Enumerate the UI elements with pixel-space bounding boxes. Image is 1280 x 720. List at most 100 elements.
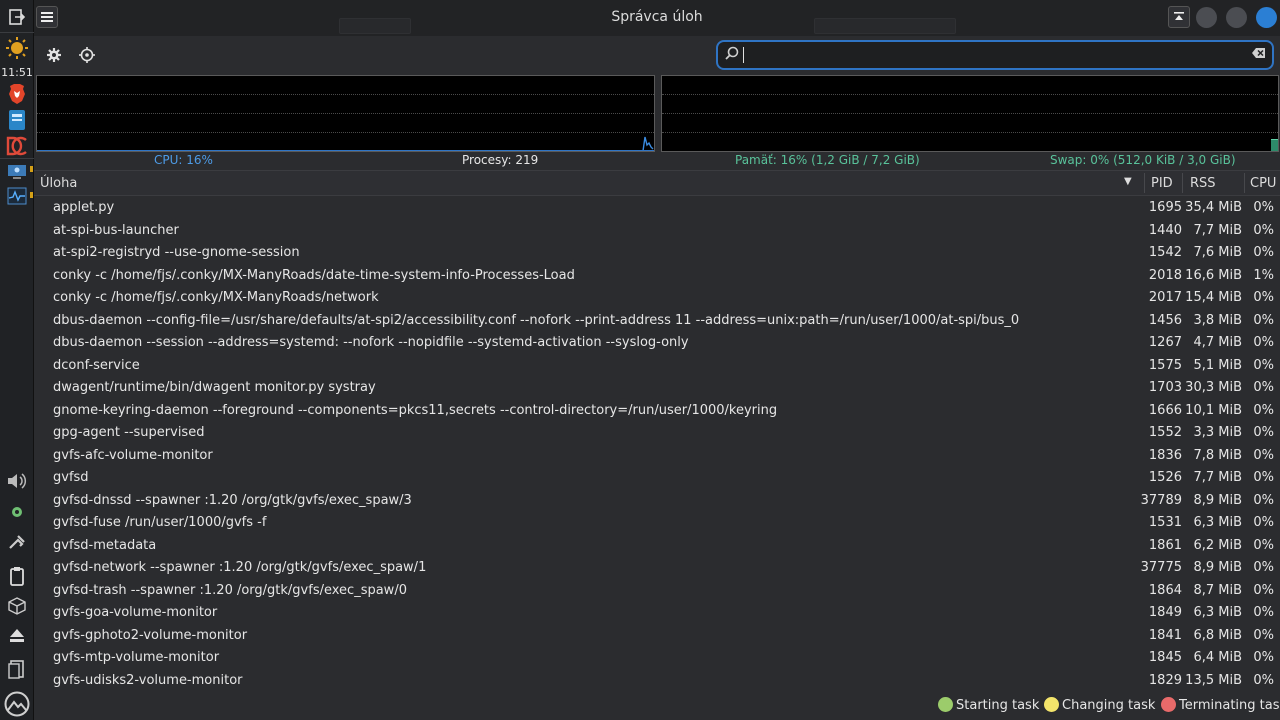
cpu-graph [36, 75, 655, 152]
column-header-pid[interactable]: PID [1151, 176, 1173, 191]
table-row[interactable]: conky -c /home/fjs/.conky/MX-ManyRoads/d… [34, 265, 1280, 288]
column-header-task[interactable]: Úloha [40, 176, 77, 191]
table-row[interactable]: gvfsd-fuse /run/user/1000/gvfs -f 1531 6,3… [34, 512, 1280, 535]
process-cpu: 0% [1253, 560, 1274, 575]
process-command: dconf-service [53, 357, 140, 373]
table-row[interactable]: dbus-daemon --config-file=/usr/share/def… [34, 310, 1280, 333]
process-cpu: 0% [1253, 312, 1274, 328]
table-row[interactable]: gvfsd-trash --spawner :1.20 /org/gtk/gvf… [34, 580, 1280, 603]
process-pid: 1531 [1148, 515, 1182, 530]
process-pid: 1456 [1148, 312, 1182, 328]
stats-row: CPU: 16% Procesy: 219 Pamäť: 16% (1,2 Gi… [34, 153, 1280, 169]
minimize-button[interactable] [1196, 7, 1217, 28]
keep-above-button[interactable] [1168, 6, 1190, 28]
sort-descending-icon[interactable]: ▼ [1124, 176, 1132, 187]
process-pid: 1267 [1148, 335, 1182, 350]
process-command: conky -c /home/fjs/.conky/MX-ManyRoads/d… [53, 267, 575, 283]
mx-logo-icon[interactable] [3, 690, 31, 718]
process-rss: 8,9 MiB [1193, 492, 1242, 508]
process-pid: 37789 [1140, 492, 1182, 508]
table-row[interactable]: dbus-daemon --session --address=systemd:… [34, 332, 1280, 355]
legend-starting-label: Starting task [956, 698, 1040, 713]
process-command: dbus-daemon --config-file=/usr/share/def… [53, 312, 1020, 328]
process-cpu: 0% [1253, 245, 1274, 260]
process-cpu: 0% [1253, 627, 1274, 643]
sun-weather-icon[interactable] [5, 36, 29, 60]
process-pid: 1440 [1148, 222, 1182, 238]
table-row[interactable]: gvfs-goa-volume-monitor 1849 6,3 MiB 0% [34, 602, 1280, 625]
process-list[interactable]: applet.py 1695 35,4 MiB 0% at-spi-bus-launch… [34, 197, 1280, 690]
system-monitor-icon[interactable] [5, 184, 29, 208]
changing-dot-icon [1044, 697, 1059, 712]
process-pid: 1575 [1148, 357, 1182, 373]
process-rss: 6,2 MiB [1193, 537, 1242, 553]
file-manager-icon[interactable] [5, 108, 29, 132]
network-icon[interactable] [5, 531, 29, 555]
terminating-dot-icon [1161, 697, 1176, 712]
table-row[interactable]: gvfsd-dnssd --spawner :1.20 /org/gtk/gvf… [34, 490, 1280, 513]
process-command: dwagent/runtime/bin/dwagent monitor.py s… [53, 380, 376, 395]
process-command: gvfs-gphoto2-volume-monitor [53, 627, 248, 643]
clear-search-icon[interactable] [1252, 47, 1266, 61]
process-rss: 8,7 MiB [1193, 582, 1242, 598]
process-command: at-spi-bus-launcher [53, 222, 179, 238]
dc-app-icon[interactable] [5, 134, 29, 158]
process-rss: 30,3 MiB [1185, 380, 1242, 395]
process-rss: 4,7 MiB [1193, 335, 1242, 350]
column-header-cpu[interactable]: CPU [1250, 176, 1276, 191]
remote-desktop-icon[interactable] [5, 160, 29, 184]
table-row[interactable]: gvfs-mtp-volume-monitor 1845 6,4 MiB 0% [34, 647, 1280, 670]
process-command: gvfsd-fuse /run/user/1000/gvfs -f [53, 515, 267, 530]
settings-gear-icon[interactable] [44, 45, 64, 65]
table-row[interactable]: dwagent/runtime/bin/dwagent monitor.py s… [34, 377, 1280, 400]
close-button[interactable] [1256, 7, 1277, 28]
process-cpu: 1% [1253, 267, 1274, 283]
package-box-icon[interactable] [5, 594, 29, 618]
table-row[interactable]: conky -c /home/fjs/.conky/MX-ManyRoads/n… [34, 287, 1280, 310]
process-cpu: 0% [1253, 492, 1274, 508]
volume-icon[interactable] [5, 469, 29, 493]
maximize-button[interactable] [1226, 7, 1247, 28]
process-rss: 7,7 MiB [1193, 470, 1242, 485]
clipboard-icon[interactable] [5, 564, 29, 588]
process-cpu: 0% [1253, 672, 1274, 688]
process-command: gvfs-udisks2-volume-monitor [53, 672, 243, 688]
process-cpu: 0% [1253, 222, 1274, 238]
process-command: gvfsd [53, 470, 89, 485]
table-row[interactable]: gvfsd 1526 7,7 MiB 0% [34, 467, 1280, 490]
settings-gear-icon[interactable] [5, 500, 29, 524]
eject-icon[interactable] [5, 624, 29, 648]
process-cpu: 0% [1253, 447, 1274, 463]
process-pid: 1542 [1148, 245, 1182, 260]
title-bar[interactable]: Správca úloh [34, 0, 1280, 36]
table-row[interactable]: gvfsd-metadata 1861 6,2 MiB 0% [34, 535, 1280, 558]
table-row[interactable]: gvfs-afc-volume-monitor 1836 7,8 MiB 0% [34, 445, 1280, 468]
table-row[interactable]: gvfs-gphoto2-volume-monitor 1841 6,8 MiB 0% [34, 625, 1280, 648]
process-rss: 3,8 MiB [1193, 312, 1242, 328]
process-count-label: Procesy: 219 [462, 153, 539, 167]
logout-icon[interactable] [5, 5, 29, 29]
table-row[interactable]: gvfs-udisks2-volume-monitor 1829 13,5 MiB 0… [34, 670, 1280, 691]
process-rss: 15,4 MiB [1185, 290, 1242, 305]
process-cpu: 0% [1253, 425, 1274, 440]
brave-browser-icon[interactable] [5, 82, 29, 106]
clock[interactable]: 11:51 [0, 66, 34, 79]
process-cpu: 0% [1253, 582, 1274, 598]
search-input[interactable] [716, 40, 1274, 70]
document-icon[interactable] [5, 658, 29, 682]
process-rss: 6,8 MiB [1193, 627, 1242, 643]
table-row[interactable]: dconf-service 1575 5,1 MiB 0% [34, 355, 1280, 378]
process-command: gpg-agent --supervised [53, 425, 205, 440]
table-row[interactable]: gvfsd-network --spawner :1.20 /org/gtk/g… [34, 557, 1280, 580]
table-row[interactable]: at-spi-bus-launcher 1440 7,7 MiB 0% [34, 220, 1280, 243]
crosshair-target-icon[interactable] [77, 45, 97, 65]
table-row[interactable]: gpg-agent --supervised 1552 3,3 MiB 0% [34, 422, 1280, 445]
table-row[interactable]: at-spi2-registryd --use-gnome-session 154… [34, 242, 1280, 265]
legend-terminating-label: Terminating task [1179, 698, 1280, 713]
table-row[interactable]: applet.py 1695 35,4 MiB 0% [34, 197, 1280, 220]
process-pid: 1849 [1148, 605, 1182, 620]
process-cpu: 0% [1253, 402, 1274, 418]
table-row[interactable]: gnome-keyring-daemon --foreground --comp… [34, 400, 1280, 423]
column-header-rss[interactable]: RSS [1190, 176, 1216, 191]
process-pid: 1864 [1148, 582, 1182, 598]
